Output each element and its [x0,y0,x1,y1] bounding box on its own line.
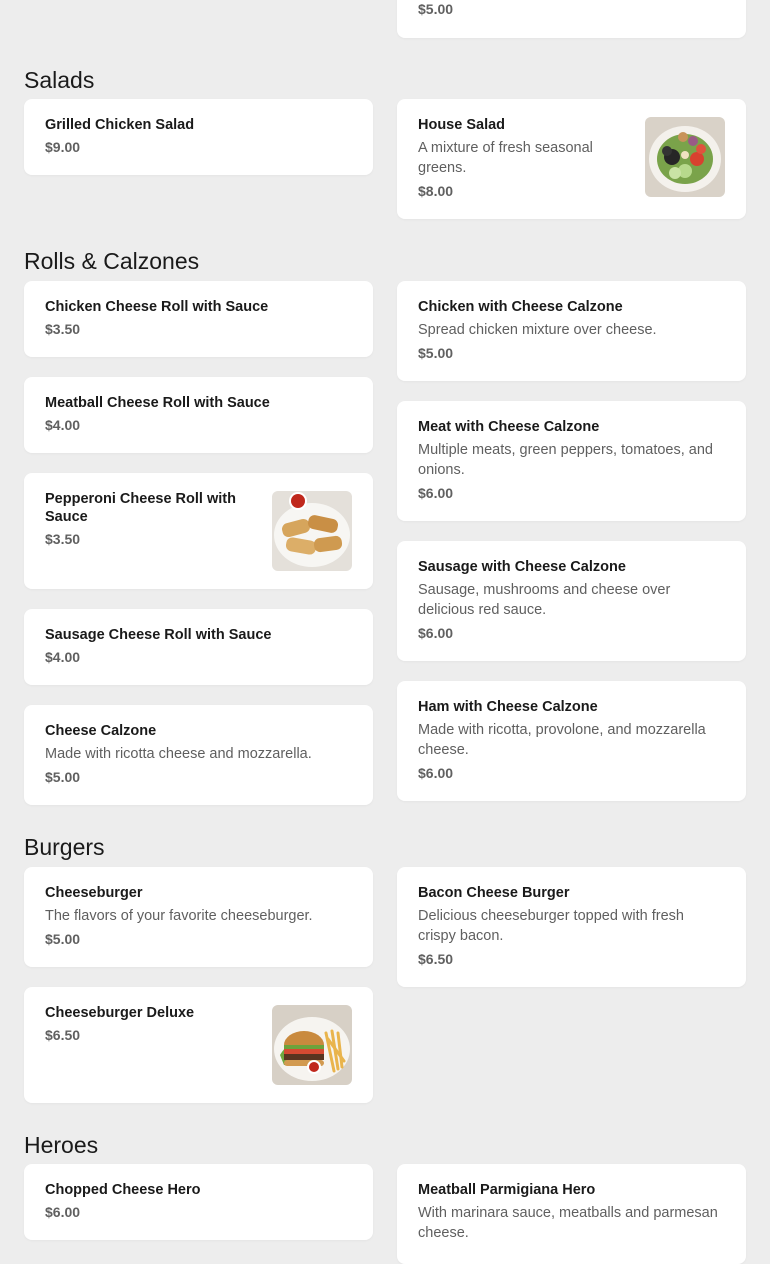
item-description: Made with ricotta, provolone, and mozzar… [418,722,706,758]
item-name: Sausage with Cheese Calzone [418,559,626,575]
item-name: Pepperoni Cheese Roll with Sauce [45,491,236,525]
burger-photo [272,1005,352,1085]
menu-item-grilled-chicken-salad[interactable]: Grilled Chicken Salad $9.00 [24,99,373,175]
item-price: $6.00 [418,485,454,501]
item-description: Made with ricotta cheese and mozzarella. [45,746,312,762]
menu-item-sausage-cheese-roll[interactable]: Sausage Cheese Roll with Sauce $4.00 [24,609,373,685]
menu-item-cheese-calzone[interactable]: Cheese Calzone Made with ricotta cheese … [24,705,373,805]
item-price: $6.00 [45,1204,81,1220]
section-title-salads: Salads [24,67,95,93]
item-price: $9.00 [45,139,81,155]
item-price: $5.00 [418,1,454,17]
item-price: $5.00 [45,931,81,947]
item-price: $6.50 [418,951,454,967]
salad-photo [645,117,725,197]
item-description: With marinara sauce, meatballs and parme… [418,1205,718,1241]
rolls-photo [272,491,352,571]
item-description: Multiple meats, green peppers, tomatoes,… [418,442,713,478]
item-name: Chopped Cheese Hero [45,1182,201,1198]
item-name: Chicken Cheese Roll with Sauce [45,299,269,315]
menu-item-house-salad[interactable]: House Salad A mixture of fresh seasonal … [397,99,746,219]
menu-item-chicken-calzone[interactable]: Chicken with Cheese Calzone Spread chick… [397,281,746,381]
menu-item-ham-calzone[interactable]: Ham with Cheese Calzone Made with ricott… [397,681,746,801]
item-price: $5.00 [45,769,81,785]
item-name: Sausage Cheese Roll with Sauce [45,627,272,643]
item-price: $3.50 [45,531,81,547]
item-description: The flavors of your favorite cheeseburge… [45,908,313,924]
item-description: A mixture of fresh seasonal greens. [418,140,593,176]
section-title-rolls-calzones: Rolls & Calzones [24,248,200,274]
menu-item-meatball-cheese-roll[interactable]: Meatball Cheese Roll with Sauce $4.00 [24,377,373,453]
item-description: Sausage, mushrooms and cheese over delic… [418,582,671,618]
menu-item-pepperoni-cheese-roll[interactable]: Pepperoni Cheese Roll with Sauce $3.50 [24,473,373,589]
item-price: $6.00 [418,765,454,781]
menu-item-chopped-cheese-hero[interactable]: Chopped Cheese Hero $6.00 [24,1164,373,1240]
menu-item-cheeseburger-deluxe[interactable]: Cheeseburger Deluxe $6.50 [24,987,373,1103]
item-name: Grilled Chicken Salad [45,117,195,133]
item-description: Delicious cheeseburger topped with fresh… [418,908,684,944]
item-name: Cheese Calzone [45,723,157,739]
item-price: $8.00 [418,183,454,199]
item-description: Spread chicken mixture over cheese. [418,322,657,338]
item-name: Meatball Cheese Roll with Sauce [45,395,270,411]
item-name: Bacon Cheese Burger [418,885,570,901]
section-title-burgers: Burgers [24,834,105,860]
menu-item-card[interactable]: $5.00 [397,0,746,38]
item-price: $4.00 [45,649,81,665]
item-name: Cheeseburger [45,885,143,901]
item-name: Cheeseburger Deluxe [45,1005,195,1021]
menu-item-sausage-calzone[interactable]: Sausage with Cheese Calzone Sausage, mus… [397,541,746,661]
item-name: Chicken with Cheese Calzone [418,299,623,315]
menu-item-bacon-cheese-burger[interactable]: Bacon Cheese Burger Delicious cheeseburg… [397,867,746,987]
item-price: $6.50 [45,1027,81,1043]
item-price: $6.00 [418,625,454,641]
item-price: $4.00 [45,417,81,433]
menu-item-meat-calzone[interactable]: Meat with Cheese Calzone Multiple meats,… [397,401,746,521]
section-title-heroes: Heroes [24,1132,99,1158]
menu-item-cheeseburger[interactable]: Cheeseburger The flavors of your favorit… [24,867,373,967]
item-price: $5.00 [418,345,454,361]
menu-item-chicken-cheese-roll[interactable]: Chicken Cheese Roll with Sauce $3.50 [24,281,373,357]
item-name: Ham with Cheese Calzone [418,699,598,715]
item-name: House Salad [418,117,506,133]
item-name: Meat with Cheese Calzone [418,419,600,435]
item-name: Meatball Parmigiana Hero [418,1182,596,1198]
item-price: $3.50 [45,321,81,337]
menu-item-meatball-parmigiana-hero[interactable]: Meatball Parmigiana Hero With marinara s… [397,1164,746,1264]
